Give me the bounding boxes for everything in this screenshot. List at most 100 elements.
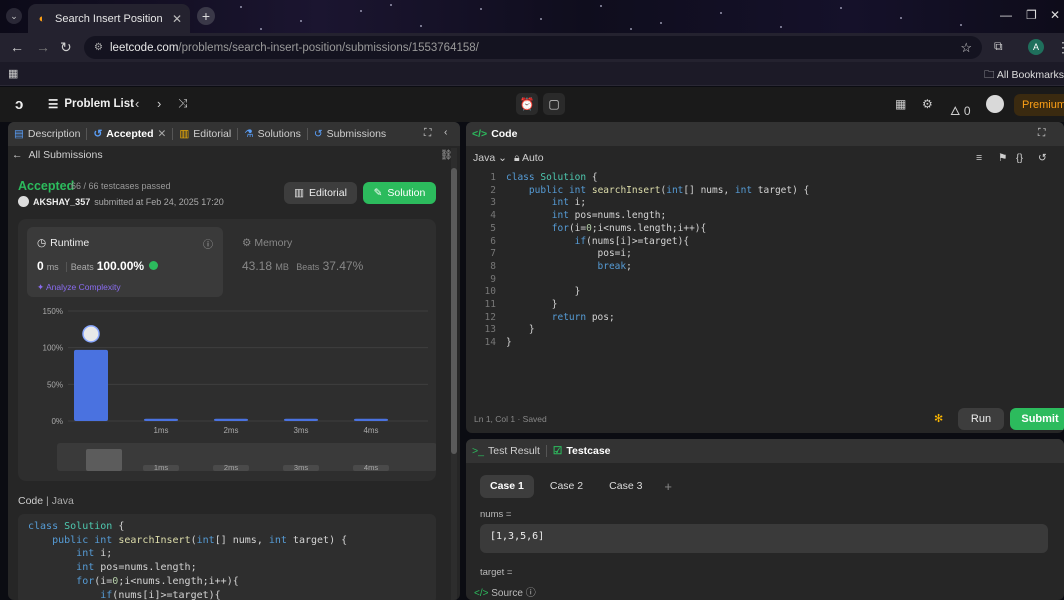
- nums-input[interactable]: [1,3,5,6]: [480, 524, 1048, 553]
- clock-icon: ↺: [313, 128, 323, 140]
- leetcode-logo-icon[interactable]: ↄ: [15, 96, 31, 113]
- leetcode-navbar: ↄ ☰ Problem List ‹ › ⤨ ⏰ ▢ ▦ ⚙ 🜂 0 Premi…: [0, 87, 1064, 122]
- menu-icon[interactable]: ⋮: [1056, 39, 1064, 56]
- maximize-icon[interactable]: ❐: [1026, 8, 1037, 22]
- layout-icon[interactable]: ▦: [895, 97, 906, 111]
- tab-submissions[interactable]: ↺ Submissions: [308, 128, 392, 140]
- case-tab-2[interactable]: Case 2: [540, 475, 593, 498]
- forward-icon[interactable]: →: [36, 39, 50, 55]
- new-tab-button[interactable]: +: [197, 7, 215, 25]
- reload-icon[interactable]: ↻: [60, 39, 72, 56]
- shuffle-icon[interactable]: ⤨: [178, 96, 188, 111]
- all-bookmarks[interactable]: 🗀 All Bookmarks: [984, 67, 1064, 85]
- memory-title[interactable]: ⚙ Memory: [242, 237, 292, 249]
- code-source[interactable]: class Solution { public int searchInsert…: [506, 172, 809, 350]
- bookmark-icon[interactable]: ⚑: [998, 152, 1007, 164]
- folder-icon: 🗀: [984, 69, 997, 81]
- scrollbar-thumb[interactable]: [451, 168, 457, 454]
- fullscreen-icon[interactable]: ⛶: [1038, 127, 1045, 140]
- url-host: leetcode.com: [110, 41, 179, 54]
- submit-button[interactable]: Submit: [1010, 408, 1064, 430]
- close-window-icon[interactable]: ✕: [1050, 8, 1060, 22]
- format-icon[interactable]: ≡: [976, 152, 982, 164]
- reset-icon[interactable]: ↺: [1038, 152, 1047, 164]
- bookmark-star-icon[interactable]: ☆: [960, 40, 972, 56]
- timer-button[interactable]: ⏰: [516, 93, 538, 115]
- chart-bar[interactable]: [354, 418, 388, 421]
- premium-button[interactable]: Premium: [1014, 94, 1064, 116]
- extensions-icon[interactable]: ⧉: [994, 39, 1003, 54]
- tab-code[interactable]: </> Code: [466, 128, 523, 140]
- chart-bar[interactable]: [144, 418, 178, 421]
- chart-brush-handle[interactable]: [86, 449, 122, 471]
- prev-problem-icon[interactable]: ‹: [135, 96, 139, 111]
- problem-list-button[interactable]: ☰ Problem List: [48, 97, 134, 111]
- left-scrollbar[interactable]: [451, 148, 457, 600]
- tab-testcase[interactable]: ☑ Testcase: [547, 445, 617, 457]
- info-icon[interactable]: ⓘ: [203, 236, 213, 251]
- code-editor[interactable]: 1 2 3 4 5 6 7 8 9 10 11 12 13 14 class S…: [466, 172, 1064, 372]
- star-decoration: [720, 12, 722, 14]
- tab-solutions[interactable]: ⚗ Solutions: [238, 128, 307, 140]
- editorial-button[interactable]: ▥ Editorial: [284, 182, 357, 204]
- tab-test-result-label: Test Result: [487, 445, 540, 457]
- source-toggle[interactable]: </> Source ⓘ: [474, 584, 536, 599]
- close-tab-icon[interactable]: ✕: [172, 12, 182, 26]
- solution-button[interactable]: ✎ Solution: [363, 182, 436, 204]
- star-decoration: [390, 4, 392, 6]
- browser-tab[interactable]: ◐ Search Insert Position - LeetCo ✕: [28, 4, 190, 33]
- apps-grid-icon[interactable]: ▦: [8, 67, 18, 80]
- description-icon: ▤: [14, 128, 24, 140]
- chart-bar[interactable]: [284, 418, 318, 421]
- debug-icon[interactable]: ✻: [934, 412, 943, 425]
- braces-icon[interactable]: {}: [1016, 152, 1023, 164]
- submission-user: AKSHAY_357 submitted at Feb 24, 2025 17:…: [18, 196, 224, 207]
- streak-fire-icon[interactable]: 🜂 0: [950, 97, 971, 122]
- memory-beats-label: Beats: [296, 262, 320, 272]
- brush-tick-label: 1ms: [154, 463, 168, 472]
- runtime-distribution-chart[interactable]: 150% 100% 50% 0% 1ms 2ms 3ms 4ms 1ms 2ms 3ms 4ms: [18, 303, 436, 479]
- next-problem-icon[interactable]: ›: [157, 96, 161, 111]
- tab-search-icon[interactable]: ⌄: [6, 8, 22, 24]
- help-icon[interactable]: ⓘ: [526, 588, 536, 599]
- tab-accepted[interactable]: ↺ Accepted ✕: [87, 128, 172, 140]
- autosave-label: Auto: [521, 152, 544, 164]
- fullscreen-icon[interactable]: ⛶: [424, 127, 431, 140]
- code-panel-header: </> Code ⛶: [466, 122, 1064, 146]
- runtime-title: ◷ Runtime: [37, 237, 89, 249]
- case-tab-1[interactable]: Case 1: [480, 475, 534, 498]
- tab-accepted-label: Accepted: [106, 128, 154, 140]
- run-button[interactable]: Run: [958, 408, 1004, 430]
- settings-gear-icon[interactable]: ⚙: [922, 97, 933, 111]
- address-bar[interactable]: ⚙ leetcode.com/problems/search-insert-po…: [84, 36, 982, 59]
- code-icon: </>: [472, 128, 488, 140]
- tab-description[interactable]: ▤ Description: [8, 128, 86, 140]
- language-select[interactable]: Java ⌄: [473, 152, 507, 164]
- username[interactable]: AKSHAY_357: [33, 197, 90, 207]
- runtime-card[interactable]: ◷ Runtime ⓘ 0 ms Beats 100.00% ✦ Analyze …: [27, 227, 223, 297]
- analyze-complexity-link[interactable]: ✦ Analyze Complexity: [37, 282, 121, 293]
- close-tab-x-icon[interactable]: ✕: [158, 128, 167, 140]
- tab-test-result[interactable]: >_ Test Result: [466, 445, 546, 457]
- chart-bar[interactable]: [74, 349, 108, 421]
- user-avatar[interactable]: [986, 95, 1004, 113]
- collapse-icon[interactable]: ‹: [444, 126, 448, 138]
- book-icon: ▥: [294, 187, 304, 199]
- site-info-icon[interactable]: ⚙: [94, 42, 110, 53]
- star-decoration: [630, 28, 632, 30]
- star-decoration: [600, 5, 602, 7]
- all-submissions-link[interactable]: ← All Submissions: [12, 149, 103, 161]
- chart-bar[interactable]: [214, 418, 248, 421]
- x-tick-label: 1ms: [153, 426, 168, 435]
- code-language-label: Code | Java: [18, 495, 74, 507]
- notes-button[interactable]: ▢: [543, 93, 565, 115]
- case-tab-3[interactable]: Case 3: [599, 475, 652, 498]
- tab-editorial[interactable]: ▥ Editorial: [173, 128, 237, 140]
- profile-avatar[interactable]: A: [1028, 39, 1044, 55]
- back-icon[interactable]: ←: [10, 39, 24, 55]
- brush-tick-label: 3ms: [294, 463, 308, 472]
- memory-beats: 37.47%: [322, 259, 364, 273]
- add-case-icon[interactable]: +: [658, 475, 678, 498]
- minimize-icon[interactable]: —: [1000, 8, 1012, 22]
- submission-status: Accepted: [18, 179, 75, 193]
